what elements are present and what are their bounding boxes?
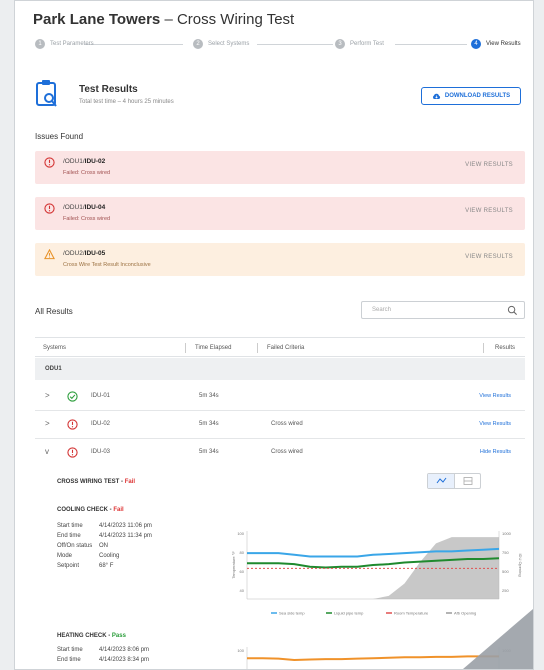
issue-description: Failed: Cross wired xyxy=(63,170,111,176)
y2-axis-title: IDU Opening xyxy=(518,553,523,576)
page-title: Park Lane Towers – Cross Wiring Test xyxy=(33,11,295,28)
failed-criteria: Cross wired xyxy=(271,421,303,427)
error-circle-icon xyxy=(67,447,78,458)
table-view-button[interactable] xyxy=(455,474,481,488)
system-name: IDU-01 xyxy=(91,393,111,399)
progress-stepper: 1 Test Parameters 2 Select Systems 3 Perfor… xyxy=(35,39,523,55)
results-table-header: Systems Time Elapsed Failed Criteria Res… xyxy=(35,337,525,357)
cross-wiring-test-title: CROSS WIRING TEST - Fail xyxy=(57,479,136,485)
error-circle-icon xyxy=(44,157,55,168)
view-toggle[interactable] xyxy=(427,473,481,489)
search-placeholder: Search xyxy=(372,307,392,313)
download-results-button[interactable]: DOWNLOAD RESULTS xyxy=(421,87,521,105)
total-test-time: Total test time – 4 hours 25 minutes xyxy=(79,99,174,105)
column-divider xyxy=(483,343,484,353)
issue-item: /ODU1/IDU-02 Failed: Cross wired VIEW RE… xyxy=(35,151,525,184)
time-elapsed: 5m 34s xyxy=(199,421,219,427)
y2-tick-label: 250 xyxy=(502,588,509,593)
all-results-label: All Results xyxy=(35,307,73,316)
issue-path: /ODU1/IDU-04 xyxy=(63,204,106,211)
chevron-down-icon[interactable]: v xyxy=(45,447,49,456)
issue-description: Failed: Cross wired xyxy=(63,216,111,222)
error-circle-icon xyxy=(67,419,78,430)
step-number-icon: 2 xyxy=(193,39,203,49)
table-icon xyxy=(463,477,473,485)
issue-path: /ODU2/IDU-05 xyxy=(63,250,106,257)
time-elapsed: 5m 34s xyxy=(199,449,219,455)
table-row[interactable]: v IDU-03 5m 34s Cross wired Hide Results xyxy=(35,439,525,467)
y-tick-label: 100 xyxy=(237,648,244,653)
chart-view-button[interactable] xyxy=(428,474,455,488)
stepper-connector xyxy=(257,44,333,45)
step-perform-test[interactable]: 3 Perform Test xyxy=(335,39,384,49)
y-tick-label: 80 xyxy=(240,550,245,555)
issue-item: /ODU1/IDU-04 Failed: Cross wired VIEW RE… xyxy=(35,197,525,230)
table-row[interactable]: > IDU-01 5m 34s View Results xyxy=(35,383,525,411)
chevron-right-icon[interactable]: > xyxy=(45,391,50,400)
column-header-failed-criteria[interactable]: Failed Criteria xyxy=(267,345,304,351)
legend-label: Sea side temp xyxy=(279,611,305,616)
failed-criteria: Cross wired xyxy=(271,449,303,455)
view-results-link[interactable]: VIEW RESULTS xyxy=(465,162,513,168)
issue-item: /ODU2/IDU-05 Cross Wire Test Result Inco… xyxy=(35,243,525,276)
series-line-sea-side-temp xyxy=(247,655,499,662)
clipboard-search-icon xyxy=(36,80,57,107)
table-row[interactable]: > IDU-02 5m 34s Cross wired View Results xyxy=(35,411,525,439)
chevron-right-icon[interactable]: > xyxy=(45,419,50,428)
cooling-check-title: COOLING CHECK - Fail xyxy=(57,507,124,513)
step-test-parameters[interactable]: 1 Test Parameters xyxy=(35,39,94,49)
issue-path: /ODU1/IDU-02 xyxy=(63,158,106,165)
cooling-check-chart: 100 80 60 40 1000 750 500 250 Temperature °F IDU … xyxy=(231,531,523,616)
column-divider xyxy=(185,343,186,353)
page-curl-decoration xyxy=(463,609,533,669)
view-results-link[interactable]: View Results xyxy=(479,393,511,399)
y-tick-label: 100 xyxy=(237,531,244,536)
step-view-results[interactable]: 4 View Results xyxy=(471,39,521,49)
test-results-title: Test Results xyxy=(79,84,138,95)
stepper-connector xyxy=(85,44,183,45)
error-circle-icon xyxy=(44,203,55,214)
hide-results-link[interactable]: Hide Results xyxy=(480,449,511,455)
column-header-results[interactable]: Results xyxy=(495,345,515,351)
test-results-header: Test Results Total test time – 4 hours 2… xyxy=(35,79,525,119)
stepper-connector xyxy=(395,44,467,45)
issues-found-label: Issues Found xyxy=(35,132,84,141)
time-elapsed: 5m 34s xyxy=(199,393,219,399)
y-tick-label: 60 xyxy=(240,569,245,574)
row-detail-panel: CROSS WIRING TEST - Fail COOLING CHECK -… xyxy=(35,473,525,669)
heating-check-title: HEATING CHECK - Pass xyxy=(57,633,126,639)
column-divider xyxy=(257,343,258,353)
search-icon xyxy=(507,305,518,316)
app-window: Park Lane Towers – Cross Wiring Test 1 Te… xyxy=(14,0,534,670)
issue-description: Cross Wire Test Result Inconclusive xyxy=(63,262,151,268)
step-number-icon: 3 xyxy=(335,39,345,49)
step-number-icon: 1 xyxy=(35,39,45,49)
step-select-systems[interactable]: 2 Select Systems xyxy=(193,39,249,49)
chart-icon xyxy=(436,477,447,484)
check-circle-icon xyxy=(67,391,78,402)
y2-tick-label: 750 xyxy=(502,550,509,555)
view-results-link[interactable]: VIEW RESULTS xyxy=(465,208,513,214)
cloud-download-icon xyxy=(432,93,441,99)
step-number-icon: 4 xyxy=(471,39,481,49)
column-header-time-elapsed[interactable]: Time Elapsed xyxy=(195,345,231,351)
legend-label: Liquid pipe temp xyxy=(334,611,364,616)
system-name: IDU-02 xyxy=(91,421,111,427)
y2-tick-label: 500 xyxy=(502,569,509,574)
view-results-link[interactable]: View Results xyxy=(479,421,511,427)
system-name: IDU-03 xyxy=(91,449,111,455)
y-axis-title: Temperature °F xyxy=(231,551,236,579)
legend-label: Room Temperature xyxy=(394,611,429,616)
column-header-systems[interactable]: Systems xyxy=(43,345,66,351)
y-tick-label: 40 xyxy=(240,588,245,593)
view-results-link[interactable]: VIEW RESULTS xyxy=(465,254,513,260)
y2-tick-label: 1000 xyxy=(502,531,512,536)
warning-triangle-icon xyxy=(44,249,55,260)
search-input[interactable]: Search xyxy=(361,301,525,319)
group-row-odu1: ODU1 xyxy=(35,358,525,380)
